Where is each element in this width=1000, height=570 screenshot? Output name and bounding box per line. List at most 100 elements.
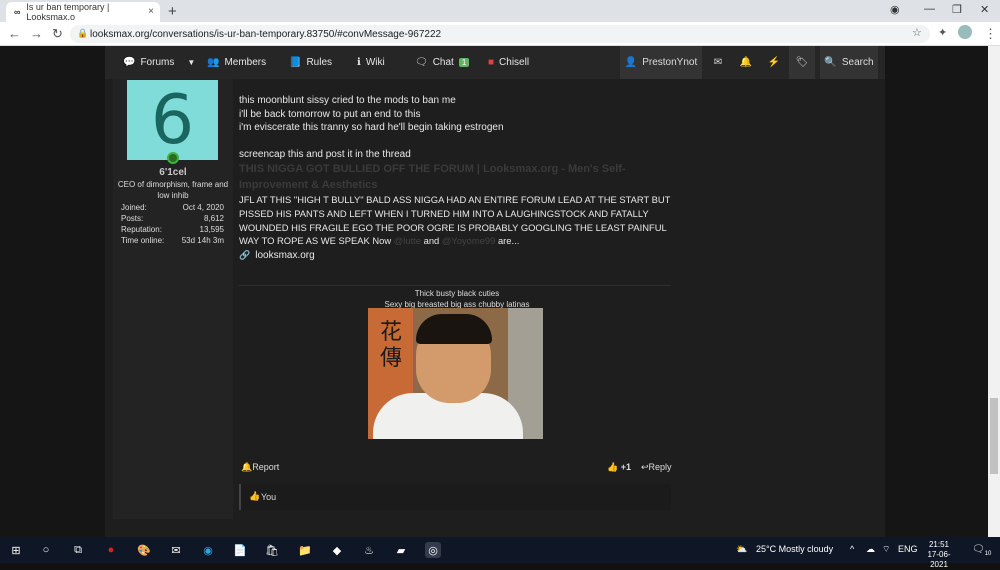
file-explorer-icon[interactable]: 📁 xyxy=(297,542,313,558)
comments-icon: 🗨 xyxy=(415,57,428,68)
store-icon[interactable]: 🛍 xyxy=(264,542,280,558)
task-view-icon[interactable]: ⧉ xyxy=(70,542,86,558)
stat-label: Joined: xyxy=(121,203,147,212)
message-body: this moonblunt sissy cried to the mods t… xyxy=(239,94,679,262)
mention-link[interactable]: @Yoyome99 xyxy=(442,235,495,246)
clock[interactable]: 21:51 17-06-2021 xyxy=(920,540,958,570)
close-icon[interactable]: × xyxy=(148,6,154,17)
users-icon: 👥 xyxy=(207,57,220,68)
nav-user[interactable]: 👤 PrestonYnot xyxy=(620,46,702,79)
paint-icon[interactable]: 🎨 xyxy=(136,542,152,558)
clock-date: 17-06-2021 xyxy=(927,550,951,569)
forum-container: 💬 Forums ▼ 👥 Members 📘 Rules ℹ Wiki 🗨 Ch… xyxy=(105,46,885,537)
notification-count: 10 xyxy=(984,551,992,557)
wifi-icon[interactable]: ⌔ xyxy=(882,544,890,555)
reactions-bar[interactable]: 👍 You xyxy=(239,484,671,510)
forward-icon[interactable]: → xyxy=(30,26,43,41)
shout-paragraph: JFL AT THIS "HIGH T BULLY" BALD ASS NIGG… xyxy=(239,193,679,247)
bell-icon[interactable]: 🔔 xyxy=(733,46,759,79)
edge-icon[interactable]: ◉ xyxy=(200,542,216,558)
address-bar[interactable]: 🔒 looksmax.org/conversations/is-ur-ban-t… xyxy=(70,25,930,43)
image-caption: Thick busty black cuties Sexy big breast… xyxy=(367,288,547,310)
nav-rules-label: Rules xyxy=(306,57,333,68)
embed-title-link[interactable]: THIS NIGGA GOT BULLIED OFF THE FORUM | L… xyxy=(239,161,679,193)
page-scrollbar[interactable] xyxy=(988,46,1000,537)
page-viewport: 💬 Forums ▼ 👥 Members 📘 Rules ℹ Wiki 🗨 Ch… xyxy=(0,46,1000,537)
reaction-count[interactable]: 👍 +1 xyxy=(607,462,631,473)
info-icon: ℹ xyxy=(357,57,361,68)
nav-forums[interactable]: 💬 Forums ▼ xyxy=(123,46,195,79)
document-icon[interactable]: 📄 xyxy=(232,542,248,558)
app-icon[interactable]: ◆ xyxy=(329,542,345,558)
tab-search-icon[interactable]: ◉ xyxy=(890,3,900,16)
stat-value: Oct 4, 2020 xyxy=(182,203,224,212)
post-actions: 🔔Report 👍 +1 ↩Reply xyxy=(239,462,672,476)
maximize-icon[interactable]: ❐ xyxy=(952,3,962,16)
reload-icon[interactable]: ↻ xyxy=(52,26,63,42)
message-line: i'll be back tomorrow to put an end to t… xyxy=(239,108,421,120)
cloud-icon[interactable]: ☁ xyxy=(866,544,875,555)
reply-button[interactable]: ↩Reply xyxy=(641,462,672,473)
chisell-icon: ■ xyxy=(488,57,495,68)
language-indicator[interactable]: ENG xyxy=(898,544,918,554)
notification-icon[interactable]: 🗨10 xyxy=(972,544,991,557)
opera-icon[interactable]: ● xyxy=(103,542,119,558)
thumbs-up-icon: 👍 xyxy=(249,491,261,501)
nav-rules[interactable]: 📘 Rules xyxy=(289,46,332,79)
tag-icon[interactable]: 🏷 xyxy=(789,46,815,79)
infinity-icon: ∞ xyxy=(14,7,21,17)
message-line: this moonblunt sissy cried to the mods t… xyxy=(239,95,456,106)
thumbs-up-icon: 👍 xyxy=(607,462,619,472)
stat-value: 53d 14h 3m xyxy=(181,236,224,245)
content-divider xyxy=(239,285,671,286)
reply-icon: ↩ xyxy=(641,462,649,472)
menu-icon[interactable]: ⋮ xyxy=(984,26,997,42)
search-label: Search xyxy=(841,57,874,68)
search-circle-icon[interactable]: ○ xyxy=(38,542,54,558)
image-hair xyxy=(416,314,492,344)
report-label: Report xyxy=(252,462,280,472)
lock-icon: 🔒 xyxy=(77,28,89,38)
back-icon[interactable]: ← xyxy=(8,26,21,41)
window-close-icon[interactable]: ✕ xyxy=(980,3,989,16)
minimize-icon[interactable]: — xyxy=(924,3,935,15)
weather-text[interactable]: 25°C Mostly cloudy xyxy=(756,544,833,554)
app-icon[interactable]: ▰ xyxy=(393,542,409,558)
chrome-icon[interactable]: ◎ xyxy=(425,542,441,558)
envelope-icon[interactable]: ✉ xyxy=(705,46,731,79)
browser-tab-active[interactable]: ∞ Is ur ban temporary | Looksmax.o × xyxy=(6,2,160,22)
chevron-down-icon: ▼ xyxy=(187,58,196,67)
nav-wiki-label: Wiki xyxy=(365,57,385,68)
nav-chisell[interactable]: ■ Chisell xyxy=(488,46,529,79)
search-button[interactable]: 🔍 Search xyxy=(820,46,878,79)
report-button[interactable]: 🔔Report xyxy=(241,462,279,473)
meme-image[interactable]: 花傳 xyxy=(368,308,543,439)
nav-chisell-label: Chisell xyxy=(499,57,530,68)
chevron-up-icon[interactable]: ^ xyxy=(850,544,854,554)
nav-members[interactable]: 👥 Members xyxy=(207,46,266,79)
windows-taskbar: ⊞ ○ ⧉ ● 🎨 ✉ ◉ 📄 🛍 📁 ◆ ♨ ▰ ◎ ⛅ 25°C Mostl… xyxy=(0,537,1000,569)
weather-icon[interactable]: ⛅ xyxy=(736,544,747,555)
nav-wiki[interactable]: ℹ Wiki xyxy=(357,46,385,79)
avatar-letter: 6 xyxy=(150,80,195,160)
new-tab-button[interactable]: + xyxy=(168,3,177,20)
profile-avatar[interactable] xyxy=(958,25,972,39)
extensions-icon[interactable]: ✦ xyxy=(938,26,947,39)
source-link-row[interactable]: 🔗 looksmax.org xyxy=(239,249,679,263)
source-link[interactable]: looksmax.org xyxy=(255,249,314,263)
windows-start-icon[interactable]: ⊞ xyxy=(8,542,24,558)
mail-icon[interactable]: ✉ xyxy=(168,542,184,558)
bolt-icon[interactable]: ⚡ xyxy=(761,46,787,79)
reply-label: Reply xyxy=(648,462,672,472)
avatar[interactable]: 6 xyxy=(127,80,218,160)
scrollbar-thumb[interactable] xyxy=(990,398,998,474)
steam-icon[interactable]: ♨ xyxy=(361,542,377,558)
nav-chat[interactable]: 🗨 Chat 1 xyxy=(415,46,470,79)
tab-title: Is ur ban temporary | Looksmax.o xyxy=(26,2,110,22)
stat-row: Posts: 8,612 xyxy=(121,214,224,225)
stat-row: Joined: Oct 4, 2020 xyxy=(121,203,224,214)
mention-link[interactable]: @lutte xyxy=(394,235,421,246)
username[interactable]: 6'1cel xyxy=(117,167,229,178)
bookmark-star-icon[interactable]: ☆ xyxy=(912,26,922,39)
caption-line: Thick busty black cuties xyxy=(414,289,500,298)
